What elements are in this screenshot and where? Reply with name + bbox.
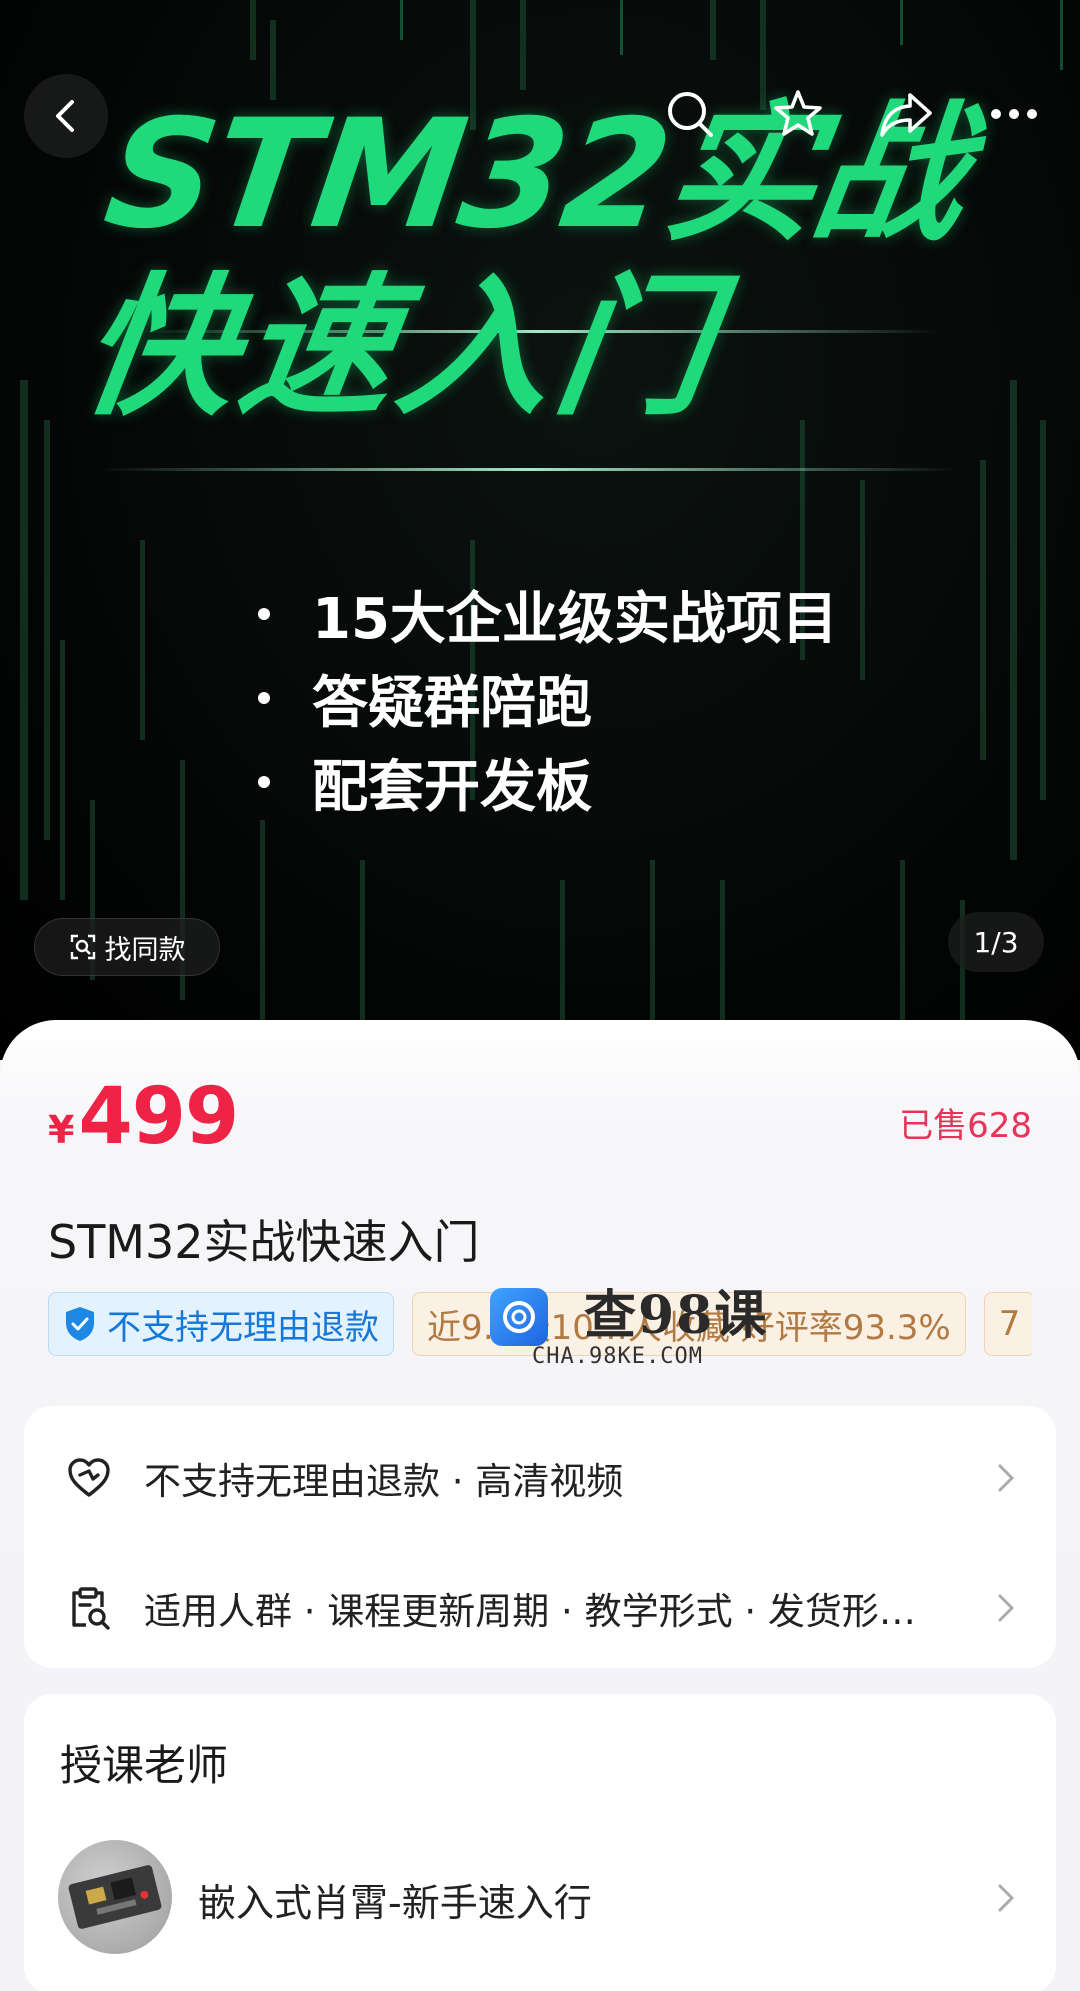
search-icon <box>668 92 713 137</box>
bullet-dot-icon <box>258 692 270 704</box>
chevron-right-icon <box>998 1464 1014 1492</box>
hero-bullets: 15大企业级实战项目 答疑群陪跑 配套开发板 <box>258 572 838 824</box>
watermark-sub: CHA.98KE.COM <box>532 1344 703 1369</box>
shield-check-icon <box>66 1307 94 1341</box>
service-row-guarantee[interactable]: 不支持无理由退款 · 高清视频 <box>24 1428 1056 1528</box>
heart-shield-icon <box>68 1458 110 1497</box>
watermark-main: 查98课 <box>584 1285 769 1346</box>
chevron-right-icon <box>998 1884 1014 1912</box>
hero-accent-line <box>100 468 960 471</box>
chevron-right-icon <box>998 1594 1014 1622</box>
more-button[interactable] <box>982 82 1046 146</box>
tag-label: 不支持无理由退款 <box>107 1307 379 1348</box>
back-button[interactable] <box>24 74 108 158</box>
hero-title-line1: STM32实战 <box>96 88 975 262</box>
tag-more[interactable]: 7 <box>983 1292 1032 1356</box>
site-watermark: 查98课 CHA.98KE.COM <box>490 1288 770 1384</box>
product-page: STM32实战 快速入门 15大企业级实战项目 答疑群陪跑 配套开发板 找同款 … <box>0 0 1080 1991</box>
price-currency: ¥ <box>48 1108 75 1152</box>
product-image-carousel[interactable]: STM32实战 快速入门 15大企业级实战项目 答疑群陪跑 配套开发板 找同款 … <box>0 0 1080 1060</box>
circuit-board-icon <box>68 1865 162 1929</box>
tag-label: 7 <box>998 1304 1021 1344</box>
hero-bullet: 答疑群陪跑 <box>258 656 838 740</box>
price: ¥ 499 <box>48 1072 239 1162</box>
find-same-button[interactable]: 找同款 <box>34 918 220 976</box>
teacher-name[interactable]: 嵌入式肖霄-新手速入行 <box>198 1872 592 1927</box>
service-row-text: 不支持无理由退款 · 高清视频 <box>144 1460 624 1503</box>
bullet-dot-icon <box>258 608 270 620</box>
service-row-details[interactable]: 适用人群 · 课程更新周期 · 教学形式 · 发货形… <box>24 1558 1056 1658</box>
image-page-indicator: 1/3 <box>948 912 1044 972</box>
more-icon <box>991 109 1037 119</box>
teacher-card: 授课老师 嵌入式肖霄-新手速入行 <box>24 1694 1056 1991</box>
clipboard-search-icon <box>72 1587 110 1630</box>
scan-search-icon <box>70 934 95 960</box>
search-button[interactable] <box>658 82 722 146</box>
teacher-heading: 授课老师 <box>60 1741 229 1790</box>
sold-count: 已售628 <box>899 1106 1032 1146</box>
favorite-button[interactable] <box>766 82 830 146</box>
find-same-label: 找同款 <box>104 934 186 966</box>
share-button[interactable] <box>874 82 938 146</box>
service-row-text: 适用人群 · 课程更新周期 · 教学形式 · 发货形… <box>144 1590 916 1633</box>
star-icon <box>774 90 822 136</box>
hero-title-line2: 快速入门 <box>71 259 729 436</box>
share-icon <box>880 93 932 137</box>
hero-bullet: 15大企业级实战项目 <box>258 572 838 656</box>
service-card: 不支持无理由退款 · 高清视频 适用人群 · 课程更新周期 · 教学形式 · 发… <box>24 1406 1056 1668</box>
price-value: 499 <box>78 1072 239 1162</box>
watermark-text: 查98课 CHA.98KE.COM <box>532 1285 769 1370</box>
teacher-avatar[interactable] <box>58 1840 172 1954</box>
tag-no-refund[interactable]: 不支持无理由退款 <box>48 1292 394 1356</box>
watermark-logo-icon <box>490 1288 548 1346</box>
bullet-dot-icon <box>258 776 270 788</box>
product-title: STM32实战快速入门 <box>48 1215 480 1269</box>
hero-bullet: 配套开发板 <box>258 740 838 824</box>
hero-title: STM32实战 快速入门 <box>71 88 975 436</box>
back-icon <box>56 100 74 132</box>
